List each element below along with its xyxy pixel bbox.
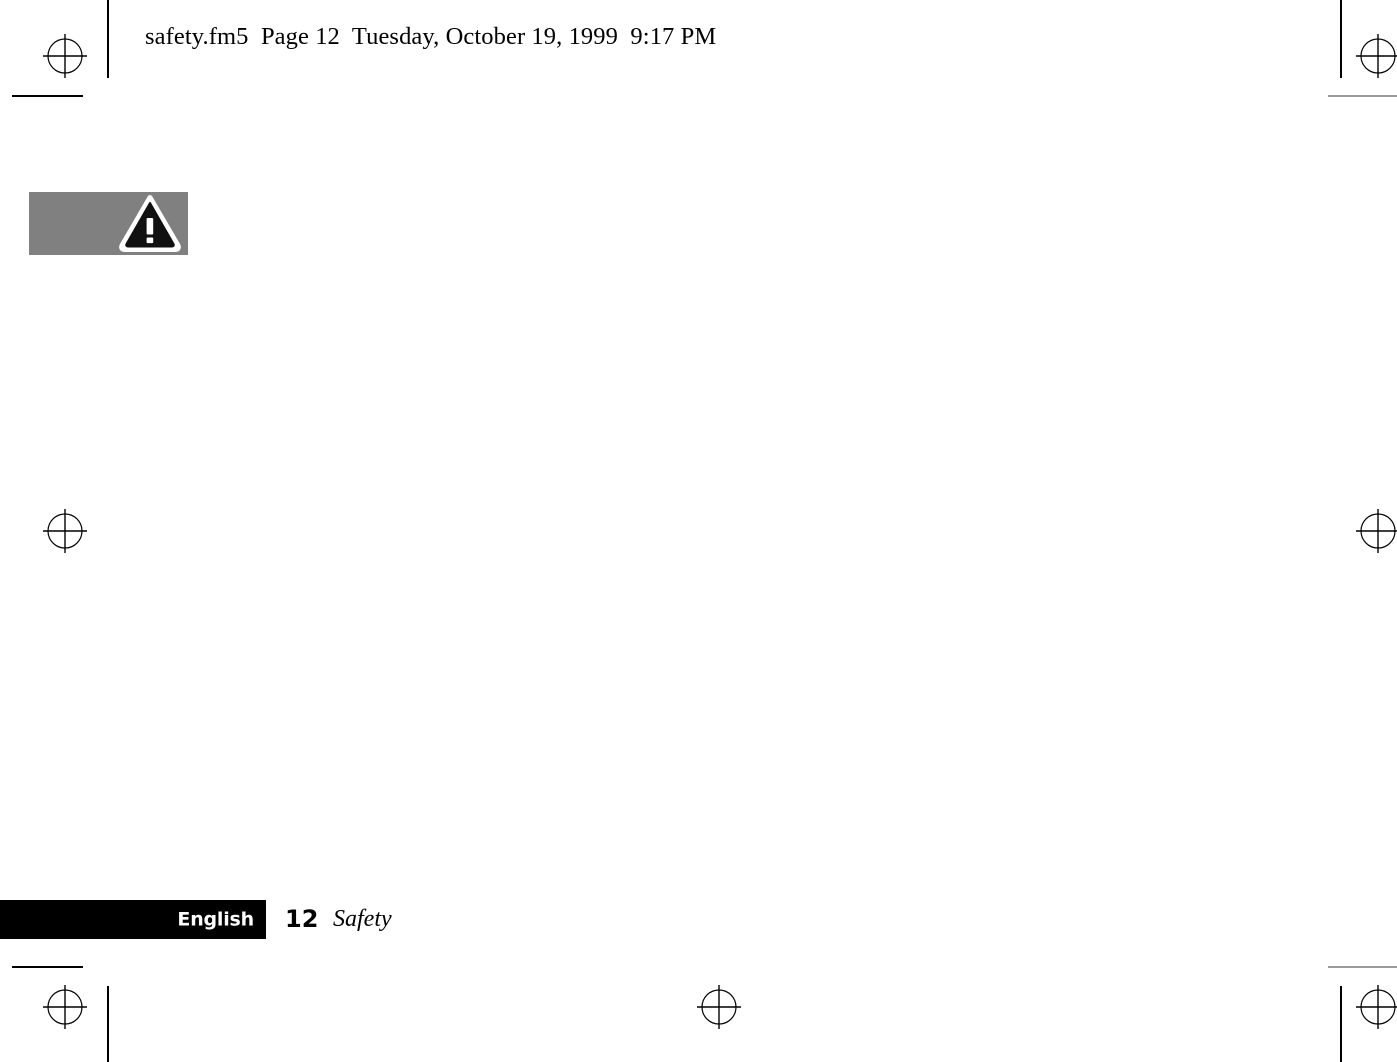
crop-line-bottom-left-vertical	[107, 986, 109, 1062]
warning-triangle-icon	[119, 194, 181, 252]
document-header-fileinfo: safety.fm5 Page 12 Tuesday, October 19, …	[145, 23, 717, 50]
crop-line-bottom-right-horizontal	[1328, 966, 1397, 968]
footer-page-number: 12	[285, 905, 319, 933]
crop-line-bottom-right-vertical	[1340, 986, 1342, 1062]
document-page: safety.fm5 Page 12 Tuesday, October 19, …	[0, 0, 1397, 1062]
crop-line-top-right-horizontal	[1328, 95, 1397, 97]
crop-line-top-left-horizontal	[12, 95, 83, 97]
footer-language-label: English	[177, 908, 254, 930]
registration-mark-bottom-center	[692, 980, 746, 1034]
registration-mark-top-right	[1351, 29, 1397, 83]
footer-section-title: Safety	[333, 906, 392, 932]
registration-mark-top-left	[38, 29, 92, 83]
registration-mark-bottom-left	[38, 980, 92, 1034]
registration-mark-bottom-right	[1351, 980, 1397, 1034]
registration-mark-middle-right	[1351, 504, 1397, 558]
crop-line-top-right-vertical	[1340, 0, 1342, 78]
crop-line-top-left-vertical	[107, 0, 109, 78]
registration-mark-middle-left	[38, 504, 92, 558]
crop-line-bottom-left-horizontal	[12, 966, 83, 968]
footer-language-bar: English	[0, 900, 266, 939]
